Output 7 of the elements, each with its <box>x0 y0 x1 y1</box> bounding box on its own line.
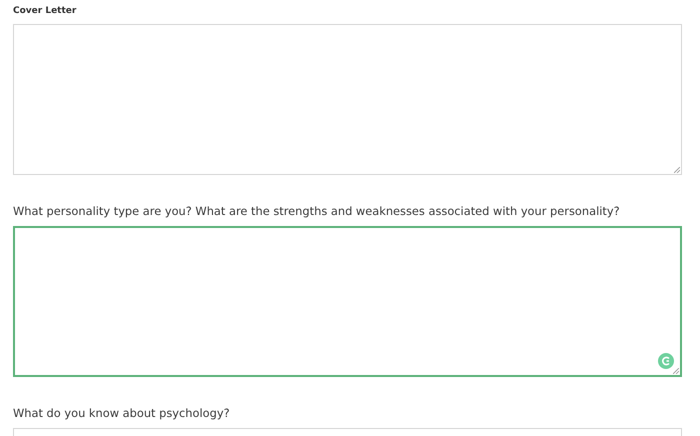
grammar-assistant-icon[interactable] <box>658 353 674 369</box>
field-label: What personality type are you? What are the strengths and weaknesses associated with your personality? <box>13 203 621 219</box>
text-area[interactable] <box>13 226 682 377</box>
field-label: What do you know about psychology? <box>13 405 231 421</box>
field-label: Cover Letter <box>13 5 78 18</box>
resize-handle-icon[interactable] <box>673 368 679 374</box>
resize-handle-icon[interactable] <box>674 167 680 173</box>
